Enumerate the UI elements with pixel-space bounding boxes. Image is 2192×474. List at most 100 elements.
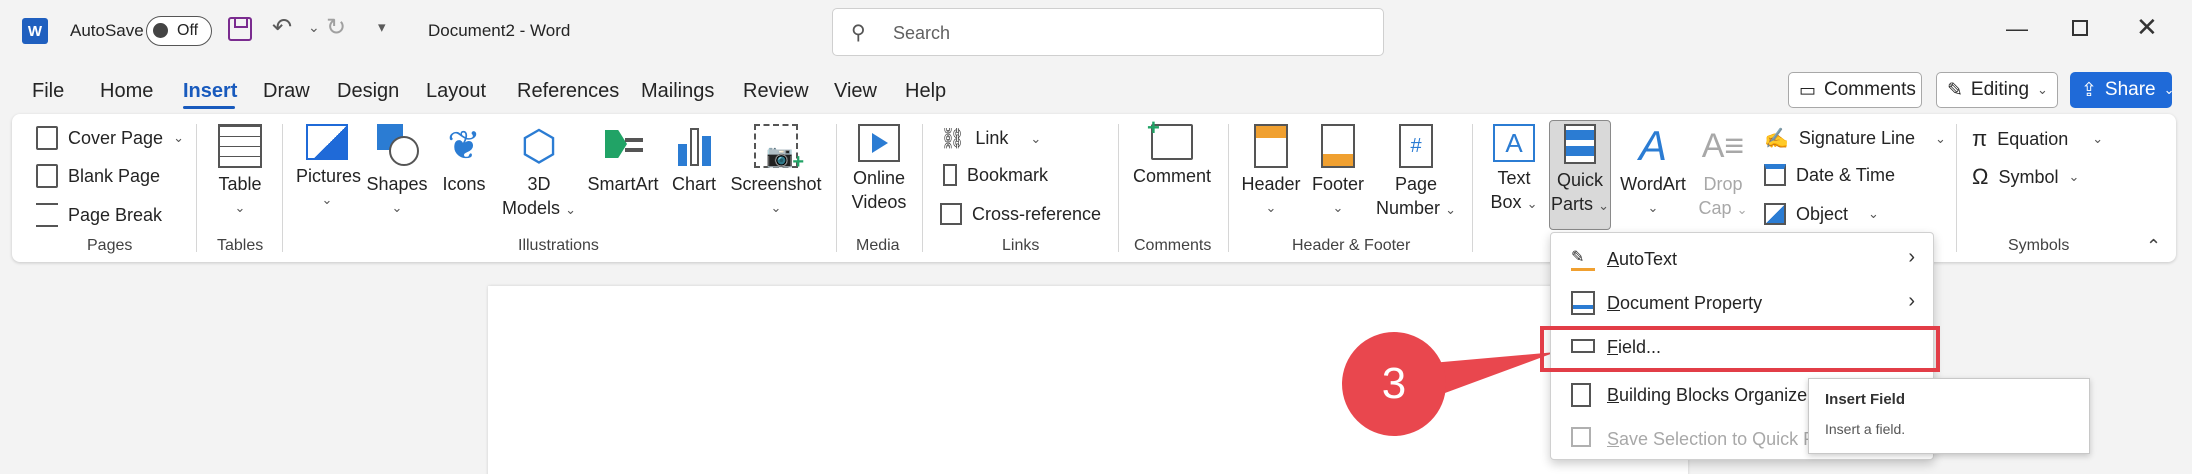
chart-button[interactable]: Chart xyxy=(668,124,720,196)
online-videos-button[interactable]: Online Videos xyxy=(846,124,912,214)
group-label-links: Links xyxy=(1002,237,1040,254)
shapes-label: Shapes xyxy=(366,174,428,194)
date-time-button[interactable]: Date & Time xyxy=(1764,164,1895,186)
smartart-label: SmartArt xyxy=(587,174,659,194)
equation-button[interactable]: π Equation ⌄ xyxy=(1972,126,2103,152)
quick-parts-label-2: Parts xyxy=(1551,194,1594,214)
minimize-icon[interactable]: — xyxy=(2006,16,2028,42)
document-property-icon xyxy=(1571,291,1595,315)
maximize-icon[interactable] xyxy=(2072,20,2088,36)
group-divider xyxy=(922,124,923,252)
undo-dropdown-icon[interactable]: ⌄ xyxy=(308,20,320,34)
icons-button[interactable]: ❦ Icons xyxy=(438,124,490,196)
group-divider xyxy=(836,124,837,252)
quick-parts-icon xyxy=(1564,124,1596,164)
group-label-tables: Tables xyxy=(217,237,264,254)
close-icon[interactable]: ✕ xyxy=(2136,12,2158,43)
quick-parts-button[interactable]: Quick Parts ⌄ xyxy=(1549,124,1611,218)
screenshot-button[interactable]: 📷 + Screenshot ⌄ xyxy=(728,124,824,220)
editing-label: Editing xyxy=(1970,79,2030,100)
group-label-illustrations: Illustrations xyxy=(518,237,599,254)
pictures-icon xyxy=(306,124,348,160)
drop-cap-button[interactable]: A≡ Drop Cap ⌄ xyxy=(1694,124,1752,222)
chart-label: Chart xyxy=(671,174,716,194)
online-videos-label-1: Online xyxy=(852,168,906,188)
tab-insert[interactable]: Insert xyxy=(183,80,237,103)
blank-page-label: Blank Page xyxy=(68,165,161,186)
collapse-ribbon-icon[interactable]: ⌃ xyxy=(2146,236,2161,257)
tab-help[interactable]: Help xyxy=(905,80,946,103)
pictures-button[interactable]: Pictures ⌄ xyxy=(296,124,361,212)
tab-design[interactable]: Design xyxy=(337,80,399,103)
group-divider xyxy=(1472,124,1473,252)
tab-review[interactable]: Review xyxy=(743,80,809,103)
tab-home[interactable]: Home xyxy=(100,80,153,103)
cross-reference-label: Cross-reference xyxy=(972,203,1102,224)
group-divider xyxy=(1228,124,1229,252)
omega-icon: Ω xyxy=(1972,164,1989,189)
object-button[interactable]: Object ⌄ xyxy=(1764,203,1879,225)
object-icon xyxy=(1764,203,1786,225)
bookmark-button[interactable]: Bookmark xyxy=(940,164,1048,186)
video-icon xyxy=(858,124,900,162)
wordart-button[interactable]: A WordArt ⌄ xyxy=(1616,124,1690,220)
chevron-down-icon: ⌄ xyxy=(1736,202,1748,217)
chevron-down-icon: ⌄ xyxy=(2163,82,2175,97)
smartart-button[interactable]: SmartArt xyxy=(584,124,662,196)
customize-toolbar-icon[interactable]: ▾ xyxy=(378,20,386,35)
symbol-label: Symbol xyxy=(1998,166,2059,187)
editing-button[interactable]: ✎ Editing ⌄ xyxy=(1936,72,2058,108)
header-label: Header xyxy=(1241,174,1301,194)
footer-icon xyxy=(1321,124,1355,168)
signature-line-button[interactable]: ✍ Signature Line ⌄ xyxy=(1764,126,1946,151)
tab-draw[interactable]: Draw xyxy=(263,80,310,103)
symbol-button[interactable]: Ω Symbol ⌄ xyxy=(1972,164,2079,190)
3d-models-button[interactable]: ⬡ 3D Models ⌄ xyxy=(498,124,580,222)
chevron-down-icon: ⌄ xyxy=(2068,169,2080,184)
comments-label: Comments xyxy=(1824,79,1916,100)
comment-button[interactable]: + Comment xyxy=(1130,116,1214,188)
chevron-right-icon: › xyxy=(1908,246,1915,268)
tab-layout[interactable]: Layout xyxy=(426,80,486,103)
drop-cap-icon: A≡ xyxy=(1701,127,1745,165)
cover-page-button[interactable]: Cover Page ⌄ xyxy=(36,126,184,150)
header-button[interactable]: Header ⌄ xyxy=(1238,124,1304,220)
link-button[interactable]: ⛓ Link ⌄ xyxy=(940,126,1041,151)
tab-file[interactable]: File xyxy=(32,80,64,103)
blank-page-button[interactable]: Blank Page xyxy=(36,164,160,188)
autosave-toggle[interactable]: Off xyxy=(146,16,212,46)
undo-icon[interactable]: ↶ xyxy=(272,16,292,40)
field-tooltip: Insert Field Insert a field. xyxy=(1808,378,2090,454)
page-break-button[interactable]: Page Break xyxy=(36,203,162,227)
menu-item-document-property[interactable]: Document Property › xyxy=(1551,281,1933,325)
wordart-label: WordArt xyxy=(1620,174,1686,194)
tab-references[interactable]: References xyxy=(517,80,619,103)
document-title: Document2 - Word xyxy=(428,21,571,40)
chevron-down-icon: ⌄ xyxy=(2037,82,2048,97)
text-box-button[interactable]: A Text Box ⌄ xyxy=(1484,124,1544,216)
screenshot-label: Screenshot xyxy=(730,174,822,194)
share-button[interactable]: ⇪ Share ⌄ xyxy=(2070,72,2175,108)
cross-reference-button[interactable]: Cross-reference xyxy=(940,203,1101,225)
menu-item-autotext[interactable]: ✎ AutoText › xyxy=(1551,237,1933,281)
date-time-label: Date & Time xyxy=(1796,164,1896,185)
save-selection-label: Save Selection to Quick P xyxy=(1607,429,1816,449)
shapes-button[interactable]: Shapes ⌄ xyxy=(366,124,428,220)
tab-mailings[interactable]: Mailings xyxy=(641,80,714,103)
bookmark-label: Bookmark xyxy=(967,164,1049,185)
page-number-button[interactable]: # Page Number ⌄ xyxy=(1370,124,1462,222)
save-icon[interactable] xyxy=(228,17,252,41)
cover-page-icon xyxy=(36,126,58,150)
chevron-down-icon: ⌄ xyxy=(1935,130,1946,146)
search-placeholder: Search xyxy=(893,23,951,43)
pencil-icon: ✎ xyxy=(1947,79,1963,101)
search-box[interactable]: ⚲ Search xyxy=(832,8,1384,56)
footer-button[interactable]: Footer ⌄ xyxy=(1306,124,1370,220)
chevron-down-icon: ⌄ xyxy=(173,130,184,145)
tab-view[interactable]: View xyxy=(834,80,877,103)
page-break-label: Page Break xyxy=(68,204,163,225)
table-button[interactable]: Table ⌄ xyxy=(212,124,268,220)
footer-label: Footer xyxy=(1311,174,1365,194)
comments-button[interactable]: ▭ Comments xyxy=(1788,72,1922,108)
redo-icon[interactable]: ↻ xyxy=(326,16,346,40)
